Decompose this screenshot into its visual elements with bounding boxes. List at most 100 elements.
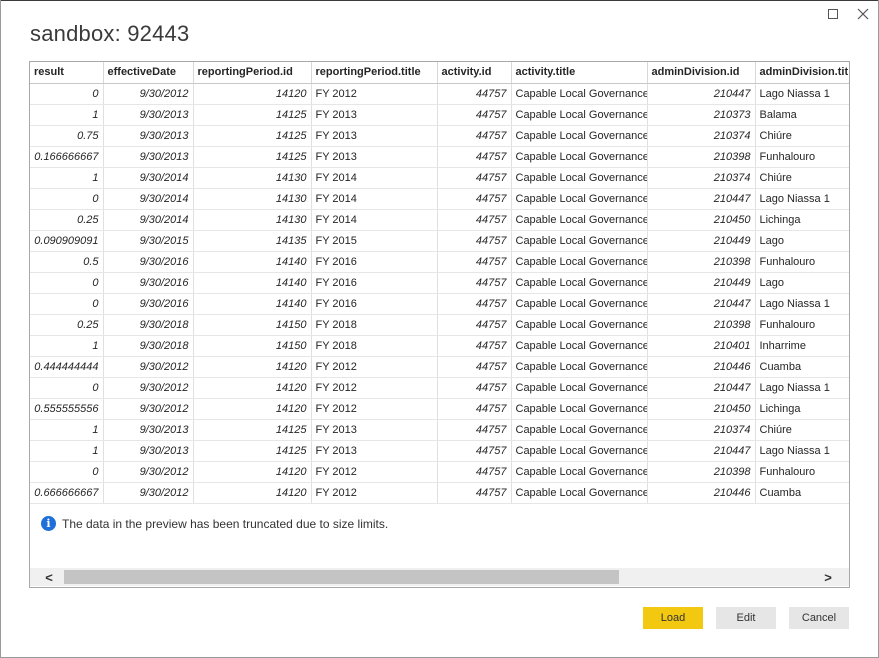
table-row: 0.555555556 9/30/2012 14120 FY 2012 44757 Cap… [30, 398, 849, 420]
table-row: 0 9/30/2012 14120 FY 2012 44757 Capable Local… [30, 461, 849, 483]
table-cell: Lichinga [755, 209, 849, 231]
table-cell: Capable Local Governance [511, 146, 648, 168]
table-cell: 210450 [647, 398, 756, 420]
table-cell: 44757 [437, 377, 512, 399]
table-cell: 9/30/2013 [103, 440, 194, 462]
column-header[interactable]: activity.id [437, 62, 512, 84]
table-row: 0.444444444 9/30/2012 14120 FY 2012 44757 Cap… [30, 356, 849, 378]
table-cell: 9/30/2016 [103, 272, 194, 294]
table-cell: 0.25 [30, 314, 104, 336]
table-cell: Capable Local Governance [511, 461, 648, 483]
column-header[interactable]: reportingPeriod.id [193, 62, 312, 84]
table-cell: 44757 [437, 272, 512, 294]
table-cell: 210449 [647, 230, 756, 252]
table-row: 0 9/30/2016 14140 FY 2016 44757 Capable Local… [30, 272, 849, 294]
window-top-edge [0, 0, 879, 1]
table-row: 1 9/30/2013 14125 FY 2013 44757 Capable Local… [30, 440, 849, 462]
table-cell: 210447 [647, 293, 756, 315]
table-cell: Capable Local Governance [511, 440, 648, 462]
table-cell: 44757 [437, 356, 512, 378]
horizontal-scrollbar[interactable]: < > [30, 568, 849, 586]
maximize-icon [828, 9, 838, 19]
table-cell: 14125 [193, 440, 312, 462]
table-cell: Lago [755, 272, 849, 294]
table-cell: FY 2012 [311, 398, 438, 420]
table-cell: FY 2014 [311, 209, 438, 231]
table-cell: 9/30/2016 [103, 251, 194, 273]
table-cell: 44757 [437, 209, 512, 231]
table-cell: 14150 [193, 314, 312, 336]
table-cell: FY 2018 [311, 314, 438, 336]
table-cell: Capable Local Governance [511, 482, 648, 504]
column-header[interactable]: reportingPeriod.title [311, 62, 438, 84]
table-cell: Lago Niassa 1 [755, 188, 849, 210]
table-cell: 210398 [647, 146, 756, 168]
data-grid[interactable]: result effectiveDate reportingPeriod.id rep… [30, 62, 849, 505]
table-cell: 210447 [647, 83, 756, 105]
table-cell: Capable Local Governance [511, 230, 648, 252]
table-row: 0.666666667 9/30/2012 14120 FY 2012 44757 Cap… [30, 482, 849, 504]
table-cell: 44757 [437, 146, 512, 168]
truncation-message: The data in the preview has been truncat… [62, 516, 389, 531]
load-button[interactable]: Load [643, 607, 703, 629]
table-cell: Lago Niassa 1 [755, 377, 849, 399]
table-cell: Capable Local Governance [511, 209, 648, 231]
column-header[interactable]: result [30, 62, 104, 84]
table-header-row: result effectiveDate reportingPeriod.id rep… [30, 62, 849, 84]
table-cell: 14120 [193, 398, 312, 420]
table-cell: Chiúre [755, 125, 849, 147]
table-row: 0 9/30/2012 14120 FY 2012 44757 Capable Local… [30, 83, 849, 105]
column-header[interactable]: adminDivision.id [647, 62, 756, 84]
table-cell: 9/30/2012 [103, 83, 194, 105]
table-cell: 44757 [437, 314, 512, 336]
table-cell: 9/30/2014 [103, 167, 194, 189]
table-cell: 14130 [193, 188, 312, 210]
table-cell: 9/30/2014 [103, 188, 194, 210]
table-cell: Capable Local Governance [511, 83, 648, 105]
table-cell: FY 2012 [311, 83, 438, 105]
table-cell: FY 2013 [311, 125, 438, 147]
table-cell: 1 [30, 419, 104, 441]
table-cell: 44757 [437, 482, 512, 504]
scroll-left-button[interactable]: < [34, 568, 64, 586]
table-cell: Capable Local Governance [511, 398, 648, 420]
table-cell: 1 [30, 167, 104, 189]
cancel-button[interactable]: Cancel [789, 607, 849, 629]
table-cell: 14125 [193, 125, 312, 147]
table-cell: 210447 [647, 377, 756, 399]
table-row: 1 9/30/2018 14150 FY 2018 44757 Capable Local… [30, 335, 849, 357]
table-cell: 0 [30, 188, 104, 210]
column-header[interactable]: activity.title [511, 62, 648, 84]
scroll-right-button[interactable]: > [813, 568, 843, 586]
table-cell: 14130 [193, 167, 312, 189]
table-cell: 9/30/2013 [103, 104, 194, 126]
table-cell: Funhalouro [755, 314, 849, 336]
table-row: 1 9/30/2013 14125 FY 2013 44757 Capable Local… [30, 104, 849, 126]
table-cell: 0 [30, 272, 104, 294]
table-cell: Lago Niassa 1 [755, 83, 849, 105]
table-cell: 0.666666667 [30, 482, 104, 504]
table-cell: 9/30/2012 [103, 377, 194, 399]
maximize-button[interactable] [822, 4, 844, 24]
close-button[interactable] [852, 4, 874, 24]
table-cell: 0.555555556 [30, 398, 104, 420]
table-cell: 14135 [193, 230, 312, 252]
table-cell: 0.5 [30, 251, 104, 273]
table-row: 0 9/30/2014 14130 FY 2014 44757 Capable Local… [30, 188, 849, 210]
table-cell: Capable Local Governance [511, 293, 648, 315]
table-cell: Capable Local Governance [511, 419, 648, 441]
table-cell: 14150 [193, 335, 312, 357]
table-cell: 14140 [193, 272, 312, 294]
column-header[interactable]: adminDivision.tit [755, 62, 849, 84]
edit-button[interactable]: Edit [716, 607, 776, 629]
table-cell: 9/30/2018 [103, 314, 194, 336]
table-cell: 14120 [193, 83, 312, 105]
column-header[interactable]: effectiveDate [103, 62, 194, 84]
scroll-thumb[interactable] [64, 570, 619, 584]
table-cell: 0.75 [30, 125, 104, 147]
table-cell: 0 [30, 83, 104, 105]
table-row: 1 9/30/2013 14125 FY 2013 44757 Capable Local… [30, 419, 849, 441]
table-cell: 14125 [193, 146, 312, 168]
table-cell: 44757 [437, 398, 512, 420]
table-cell: 44757 [437, 188, 512, 210]
